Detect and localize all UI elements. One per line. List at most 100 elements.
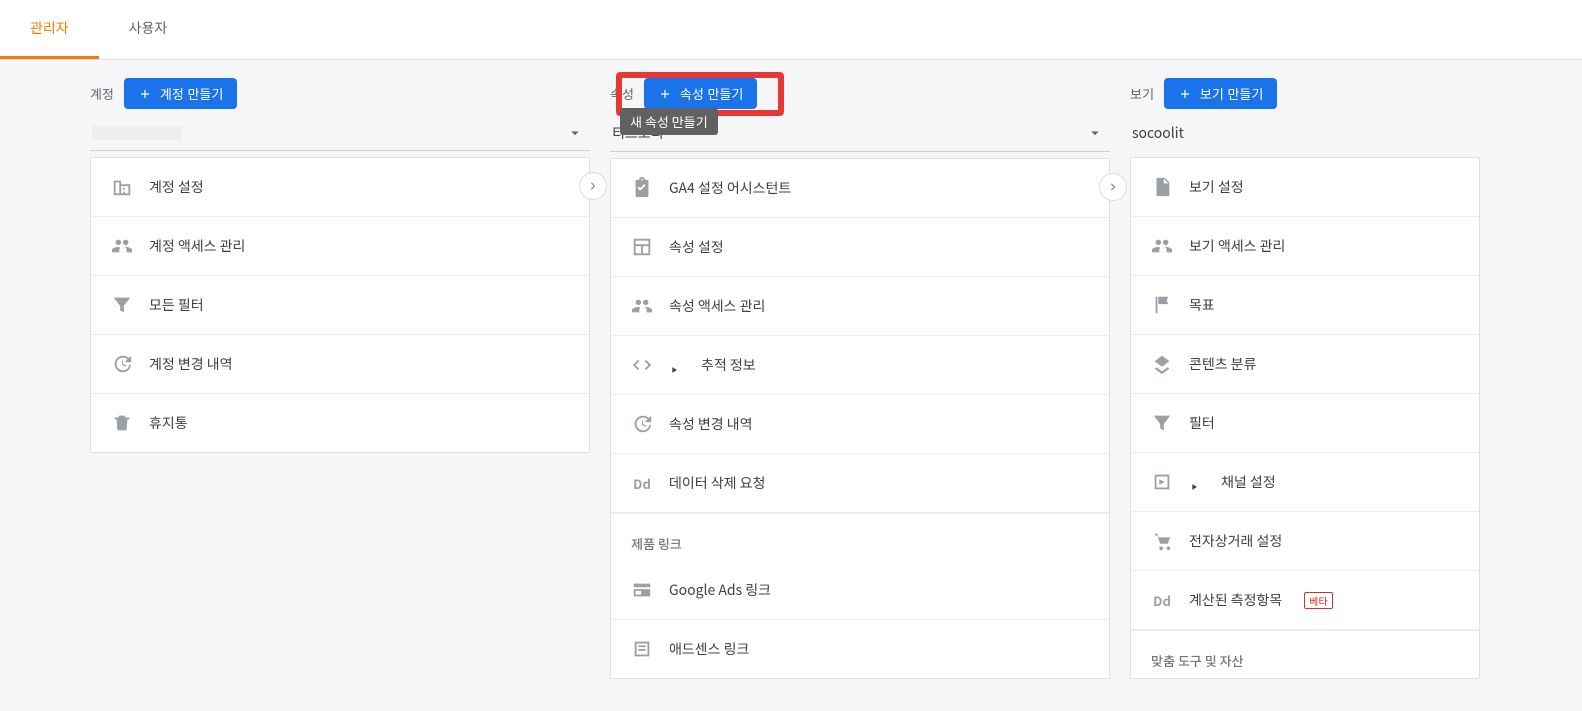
- account-selector[interactable]: [90, 115, 590, 151]
- property-history-row[interactable]: 속성 변경 내역: [611, 395, 1109, 454]
- account-settings-row[interactable]: 계정 설정: [91, 158, 589, 217]
- plus-icon: [1178, 87, 1192, 101]
- account-label: 계정: [90, 84, 114, 103]
- history-icon: [111, 353, 133, 375]
- all-filters-row[interactable]: 모든 필터: [91, 276, 589, 335]
- view-card: 보기 설정 보기 액세스 관리 목표 콘텐츠 분류 필터 채널 설정: [1130, 157, 1480, 679]
- users-icon: [1151, 235, 1173, 257]
- content-grouping-label: 콘텐츠 분류: [1189, 354, 1257, 374]
- property-access-label: 속성 액세스 관리: [669, 296, 765, 316]
- create-property-button[interactable]: 속성 만들기: [644, 78, 757, 109]
- account-history-label: 계정 변경 내역: [149, 354, 233, 374]
- trash-label: 휴지통: [149, 413, 188, 433]
- tracking-info-row[interactable]: 추적 정보: [611, 336, 1109, 395]
- tab-admin[interactable]: 관리자: [0, 0, 99, 59]
- create-view-label: 보기 만들기: [1200, 84, 1263, 103]
- view-filter-row[interactable]: 필터: [1131, 394, 1479, 453]
- goals-label: 목표: [1189, 295, 1215, 315]
- property-settings-row[interactable]: 속성 설정: [611, 218, 1109, 277]
- view-header: 보기 보기 만들기: [1130, 78, 1480, 109]
- view-access-row[interactable]: 보기 액세스 관리: [1131, 217, 1479, 276]
- view-access-label: 보기 액세스 관리: [1189, 236, 1285, 256]
- property-card: GA4 설정 어시스턴트 속성 설정 속성 액세스 관리 추적 정보 속성 변경…: [610, 158, 1110, 679]
- account-access-label: 계정 액세스 관리: [149, 236, 245, 256]
- product-links-heading: 제품 링크: [611, 513, 1109, 561]
- filter-icon: [111, 294, 133, 316]
- arrow-right-icon: [1106, 180, 1120, 194]
- property-label: 속성: [610, 84, 634, 103]
- create-account-label: 계정 만들기: [160, 84, 223, 103]
- channel-icon: [1151, 471, 1173, 493]
- account-column: 계정 계정 만들기 계정 설정 계정 액세스 관리: [90, 78, 590, 453]
- tracking-info-label: 추적 정보: [701, 355, 756, 375]
- history-icon: [631, 413, 653, 435]
- view-selector-value: socoolit: [1132, 123, 1184, 143]
- flag-icon: [1151, 294, 1173, 316]
- dd-icon: Dd: [1151, 589, 1173, 611]
- clipboard-check-icon: [631, 177, 653, 199]
- account-selector-placeholder: [92, 126, 182, 140]
- beta-badge: 베타: [1304, 592, 1332, 609]
- content-grouping-row[interactable]: 콘텐츠 분류: [1131, 335, 1479, 394]
- dropdown-icon: [566, 124, 584, 142]
- dropdown-icon: [1086, 124, 1104, 142]
- layout-icon: [631, 236, 653, 258]
- calc-metrics-label: 계산된 측정항목: [1189, 590, 1282, 610]
- view-filter-label: 필터: [1189, 413, 1215, 433]
- cart-icon: [1151, 530, 1173, 552]
- page-icon: [1151, 176, 1173, 198]
- goals-row[interactable]: 목표: [1131, 276, 1479, 335]
- property-column: 속성 속성 만들기 새 속성 만들기 티스토리 GA4 설정 어시스턴트 속성 …: [610, 78, 1110, 679]
- view-column: 보기 보기 만들기 socoolit 보기 설정 보기 액세스 관리 목표: [1130, 78, 1480, 679]
- all-filters-label: 모든 필터: [149, 295, 204, 315]
- account-access-row[interactable]: 계정 액세스 관리: [91, 217, 589, 276]
- trash-icon: [111, 412, 133, 434]
- account-header: 계정 계정 만들기: [90, 78, 590, 109]
- account-settings-label: 계정 설정: [149, 177, 204, 197]
- arrow-right-icon: [586, 179, 600, 193]
- channel-settings-row[interactable]: 채널 설정: [1131, 453, 1479, 512]
- adsense-icon: [631, 638, 653, 660]
- property-settings-label: 속성 설정: [669, 237, 724, 257]
- create-property-tooltip: 새 속성 만들기: [620, 108, 718, 135]
- account-history-row[interactable]: 계정 변경 내역: [91, 335, 589, 394]
- view-selector[interactable]: socoolit: [1130, 115, 1480, 151]
- account-card: 계정 설정 계정 액세스 관리 모든 필터 계정 변경 내역 휴지통: [90, 157, 590, 453]
- create-view-button[interactable]: 보기 만들기: [1164, 78, 1277, 109]
- property-forward-button[interactable]: [1099, 173, 1127, 201]
- code-icon: [631, 354, 653, 376]
- users-icon: [631, 295, 653, 317]
- custom-tools-heading: 맞춤 도구 및 자산: [1131, 630, 1479, 678]
- trash-row[interactable]: 휴지통: [91, 394, 589, 452]
- ads-icon: [631, 579, 653, 601]
- property-access-row[interactable]: 속성 액세스 관리: [611, 277, 1109, 336]
- view-label: 보기: [1130, 84, 1154, 103]
- adsense-link-row[interactable]: 애드센스 링크: [611, 620, 1109, 678]
- content-icon: [1151, 353, 1173, 375]
- adsense-link-label: 애드센스 링크: [669, 639, 749, 659]
- channel-settings-label: 채널 설정: [1221, 472, 1276, 492]
- account-forward-button[interactable]: [579, 172, 607, 200]
- ecommerce-row[interactable]: 전자상거래 설정: [1131, 512, 1479, 571]
- admin-columns: 계정 계정 만들기 계정 설정 계정 액세스 관리: [0, 60, 1582, 709]
- google-ads-link-row[interactable]: Google Ads 링크: [611, 561, 1109, 620]
- property-header: 속성 속성 만들기 새 속성 만들기: [610, 78, 1110, 109]
- calc-metrics-row[interactable]: Dd 계산된 측정항목 베타: [1131, 571, 1479, 630]
- expand-icon: [669, 360, 679, 370]
- data-delete-row[interactable]: Dd 데이터 삭제 요청: [611, 454, 1109, 513]
- ga4-assistant-row[interactable]: GA4 설정 어시스턴트: [611, 159, 1109, 218]
- expand-icon: [1189, 477, 1199, 487]
- create-property-label: 속성 만들기: [680, 84, 743, 103]
- tab-user[interactable]: 사용자: [99, 0, 198, 59]
- plus-icon: [658, 87, 672, 101]
- view-settings-row[interactable]: 보기 설정: [1131, 158, 1479, 217]
- view-settings-label: 보기 설정: [1189, 177, 1244, 197]
- building-icon: [111, 176, 133, 198]
- dd-icon: Dd: [631, 472, 653, 494]
- create-account-button[interactable]: 계정 만들기: [124, 78, 237, 109]
- filter-icon: [1151, 412, 1173, 434]
- data-delete-label: 데이터 삭제 요청: [669, 473, 765, 493]
- ga4-assistant-label: GA4 설정 어시스턴트: [669, 178, 791, 198]
- google-ads-link-label: Google Ads 링크: [669, 580, 771, 600]
- property-history-label: 속성 변경 내역: [669, 414, 753, 434]
